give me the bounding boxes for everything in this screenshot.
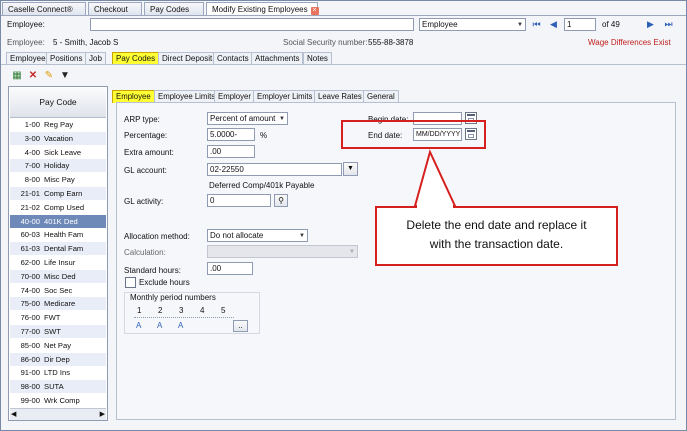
callout-line-2: with the transaction date. <box>429 237 564 251</box>
callout-arrow-joint <box>417 204 453 208</box>
instruction-callout: Delete the end date and replace it with … <box>375 206 618 266</box>
callout-line-1: Delete the end date and replace it <box>406 218 587 232</box>
